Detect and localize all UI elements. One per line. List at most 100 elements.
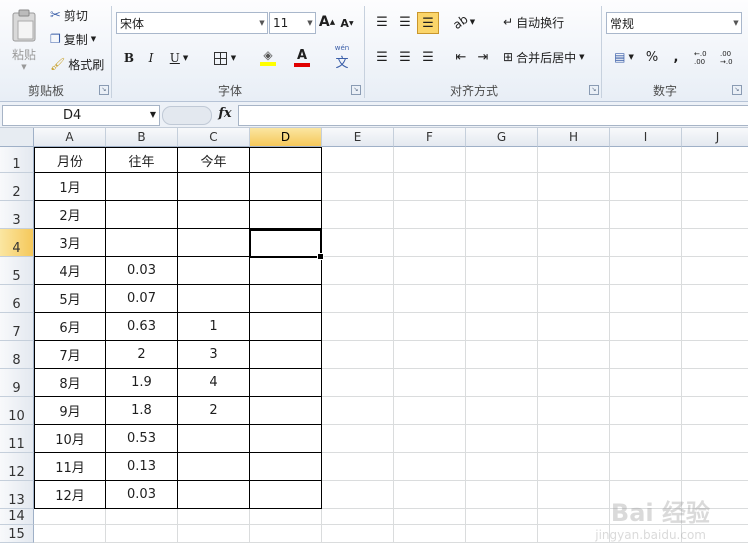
cell-a8[interactable]: 7月 [34, 341, 106, 369]
row-header-6[interactable]: 6 [0, 285, 34, 313]
cell-b12[interactable]: 0.13 [106, 453, 178, 481]
cell-a2[interactable]: 1月 [34, 173, 106, 201]
accounting-format-button[interactable]: ▤ ▼ [608, 47, 640, 67]
number-format-select[interactable]: 常规 ▼ [606, 12, 742, 34]
cell-a15[interactable] [34, 525, 106, 543]
cell-a11[interactable]: 10月 [34, 425, 106, 453]
cell-d1[interactable] [250, 147, 322, 173]
cell-d2[interactable] [250, 173, 322, 201]
cell-b1[interactable]: 往年 [106, 147, 178, 173]
cell-e12[interactable] [322, 453, 394, 481]
cell-g3[interactable] [466, 201, 538, 229]
cell-i4[interactable] [610, 229, 682, 257]
decrease-decimal-button[interactable]: .00 →.0 [720, 48, 742, 68]
cell-c6[interactable] [178, 285, 250, 313]
cell-i12[interactable] [610, 453, 682, 481]
cell-d3[interactable] [250, 201, 322, 229]
cell-f1[interactable] [394, 147, 466, 173]
phonetic-button[interactable]: wén 文 [327, 44, 357, 71]
borders-button[interactable]: ▼ [209, 48, 241, 68]
cell-f15[interactable] [394, 525, 466, 543]
cell-j12[interactable] [682, 453, 748, 481]
cell-c5[interactable] [178, 257, 250, 285]
cell-a3[interactable]: 2月 [34, 201, 106, 229]
cell-e2[interactable] [322, 173, 394, 201]
orientation-button[interactable]: ab ▼ [449, 12, 479, 32]
row-header-14[interactable]: 14 [0, 509, 34, 525]
column-header-j[interactable]: J [682, 128, 748, 147]
row-header-10[interactable]: 10 [0, 397, 34, 425]
cell-a12[interactable]: 11月 [34, 453, 106, 481]
column-header-h[interactable]: H [538, 128, 610, 147]
cell-g13[interactable] [466, 481, 538, 509]
row-header-11[interactable]: 11 [0, 425, 34, 453]
cell-e5[interactable] [322, 257, 394, 285]
cell-i3[interactable] [610, 201, 682, 229]
cell-g8[interactable] [466, 341, 538, 369]
cell-f9[interactable] [394, 369, 466, 397]
cell-f5[interactable] [394, 257, 466, 285]
cell-j11[interactable] [682, 425, 748, 453]
cell-c9[interactable]: 4 [178, 369, 250, 397]
cell-c10[interactable]: 2 [178, 397, 250, 425]
cell-e15[interactable] [322, 525, 394, 543]
cell-h3[interactable] [538, 201, 610, 229]
cell-f7[interactable] [394, 313, 466, 341]
cell-d12[interactable] [250, 453, 322, 481]
cell-j9[interactable] [682, 369, 748, 397]
cell-c3[interactable] [178, 201, 250, 229]
cell-d13[interactable] [250, 481, 322, 509]
name-box[interactable]: D4 ▼ [2, 105, 160, 126]
increase-font-button[interactable]: A ▲ [319, 12, 335, 32]
cell-j7[interactable] [682, 313, 748, 341]
cell-a13[interactable]: 12月 [34, 481, 106, 509]
cell-h6[interactable] [538, 285, 610, 313]
decrease-font-button[interactable]: A ▼ [339, 14, 355, 32]
cell-h10[interactable] [538, 397, 610, 425]
formula-input[interactable] [238, 105, 748, 126]
chevron-down-icon[interactable]: ▼ [150, 110, 156, 119]
row-header-7[interactable]: 7 [0, 313, 34, 341]
cell-h12[interactable] [538, 453, 610, 481]
cell-h2[interactable] [538, 173, 610, 201]
copy-button[interactable]: ❐ 复制 ▼ [50, 30, 96, 48]
cell-f10[interactable] [394, 397, 466, 425]
cell-f3[interactable] [394, 201, 466, 229]
cell-g10[interactable] [466, 397, 538, 425]
cell-j1[interactable] [682, 147, 748, 173]
format-painter-button[interactable]: 🖌 格式刷 [50, 55, 104, 73]
cell-g1[interactable] [466, 147, 538, 173]
comma-button[interactable]: , [666, 47, 686, 67]
cell-g2[interactable] [466, 173, 538, 201]
cell-j10[interactable] [682, 397, 748, 425]
cell-i7[interactable] [610, 313, 682, 341]
cell-c13[interactable] [178, 481, 250, 509]
cell-a9[interactable]: 8月 [34, 369, 106, 397]
cell-f6[interactable] [394, 285, 466, 313]
column-header-g[interactable]: G [466, 128, 538, 147]
cell-f8[interactable] [394, 341, 466, 369]
increase-decimal-button[interactable]: ←.0 .00 [694, 48, 716, 68]
cell-j3[interactable] [682, 201, 748, 229]
cell-b6[interactable]: 0.07 [106, 285, 178, 313]
cell-f12[interactable] [394, 453, 466, 481]
cell-b9[interactable]: 1.9 [106, 369, 178, 397]
underline-button[interactable]: U ▼ [165, 48, 193, 68]
cell-b3[interactable] [106, 201, 178, 229]
cell-j6[interactable] [682, 285, 748, 313]
cell-i10[interactable] [610, 397, 682, 425]
cell-c8[interactable]: 3 [178, 341, 250, 369]
cell-g4[interactable] [466, 229, 538, 257]
cell-i5[interactable] [610, 257, 682, 285]
insert-function-button[interactable]: fx [214, 106, 236, 124]
cell-b4[interactable] [106, 229, 178, 257]
cell-h1[interactable] [538, 147, 610, 173]
cell-b11[interactable]: 0.53 [106, 425, 178, 453]
column-header-e[interactable]: E [322, 128, 394, 147]
cell-a6[interactable]: 5月 [34, 285, 106, 313]
dialog-launcher-icon[interactable]: ↘ [351, 85, 361, 95]
cell-g5[interactable] [466, 257, 538, 285]
cut-button[interactable]: ✂ 剪切 [50, 6, 88, 24]
cell-a1[interactable]: 月份 [34, 147, 106, 173]
bold-button[interactable]: B [120, 48, 138, 68]
